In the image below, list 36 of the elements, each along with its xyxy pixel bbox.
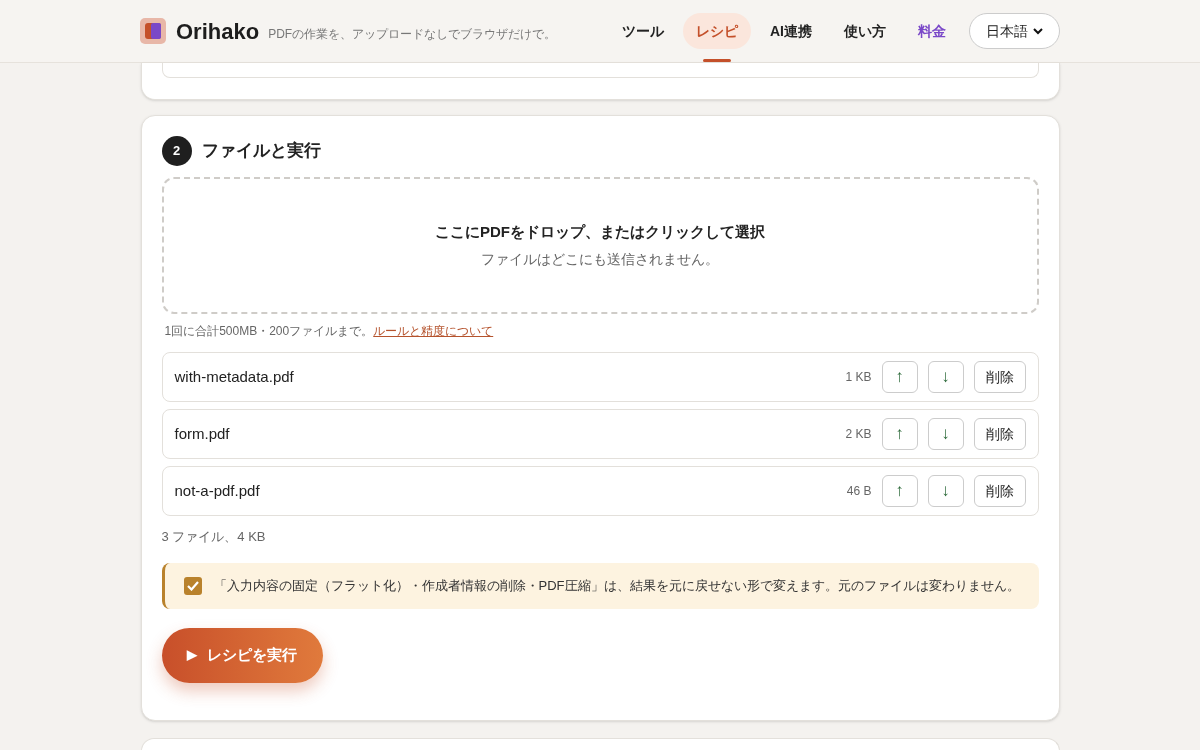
drop-zone-title: ここにPDFをドロップ、またはクリックして選択 bbox=[435, 221, 765, 242]
nav-tab[interactable]: AI連携 bbox=[757, 13, 825, 49]
limit-note: 1回に合計500MB・200ファイルまで。 bbox=[164, 323, 374, 340]
active-tab-indicator bbox=[703, 59, 731, 62]
nav-tab[interactable]: 料金 bbox=[905, 13, 959, 49]
file-size: 2 KB bbox=[845, 426, 872, 443]
tagline: PDFの作業を、アップロードなしでブラウザだけで。 bbox=[268, 26, 557, 43]
delete-button[interactable]: 削除 bbox=[973, 361, 1026, 393]
chevron-down-icon bbox=[1033, 27, 1043, 35]
file-size: 1 KB bbox=[845, 369, 872, 386]
drop-zone[interactable]: ここにPDFをドロップ、またはクリックして選択 ファイルはどこにも送信されません。 bbox=[161, 177, 1039, 314]
delete-button[interactable]: 削除 bbox=[973, 418, 1026, 450]
step-title: ファイルと実行 bbox=[201, 140, 321, 163]
move-down-button[interactable]: ↓ bbox=[927, 361, 964, 393]
move-up-button[interactable]: ↑ bbox=[881, 418, 918, 450]
run-recipe-button[interactable]: ▶ レシピを実行 bbox=[161, 627, 323, 683]
brand-name: Orihako bbox=[176, 17, 260, 46]
rules-link[interactable]: ルールと精度について bbox=[373, 322, 494, 340]
nav-tab[interactable]: 使い方 bbox=[831, 13, 899, 49]
checkbox[interactable] bbox=[183, 576, 202, 595]
delete-button[interactable]: 削除 bbox=[973, 475, 1026, 507]
drop-zone-subtitle: ファイルはどこにも送信されません。 bbox=[481, 250, 719, 270]
nav-tab[interactable]: ツール bbox=[609, 13, 677, 49]
file-name: not-a-pdf.pdf bbox=[174, 480, 260, 501]
logo-icon bbox=[140, 18, 166, 44]
move-up-button[interactable]: ↑ bbox=[881, 475, 918, 507]
file-size: 46 B bbox=[846, 483, 872, 500]
language-select[interactable]: 日本語 bbox=[969, 13, 1060, 49]
move-down-button[interactable]: ↓ bbox=[927, 418, 964, 450]
file-summary: 3 ファイル、4 KB bbox=[161, 528, 267, 546]
move-down-button[interactable]: ↓ bbox=[927, 475, 964, 507]
file-name: with-metadata.pdf bbox=[174, 366, 294, 387]
file-name: form.pdf bbox=[174, 423, 230, 444]
warning-text: 「入力内容の固定（フラット化）・作成者情報の削除・PDF圧縮」は、結果を元に戻せない形で変えます。元のファイルは変わりません。 bbox=[213, 576, 1020, 595]
step-number: 2 bbox=[161, 136, 192, 166]
move-up-button[interactable]: ↑ bbox=[881, 361, 918, 393]
